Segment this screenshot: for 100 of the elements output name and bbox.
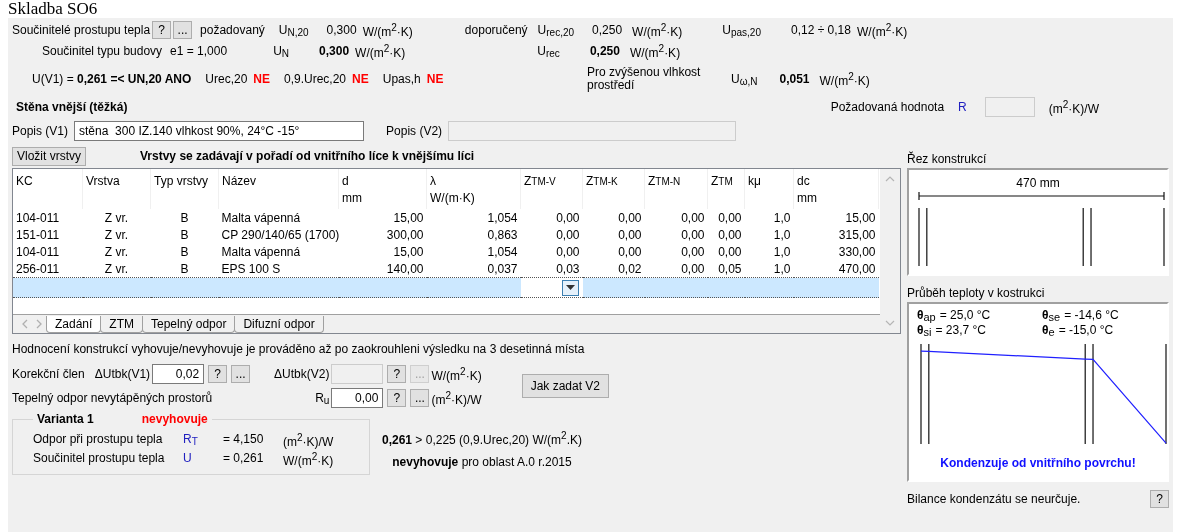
table-cell-text: 1,0 (772, 226, 792, 243)
value-text: 0,300 (319, 44, 350, 58)
table-cell: 1,054 (426, 209, 521, 226)
symbol-label: U$_{rec,20}$ (537, 22, 575, 38)
layers-heading: Vrstvy se zadávají v pořadí od vnitřního líce k vnějšímu líci (140, 149, 475, 163)
table-cell: 0,02 (582, 260, 645, 278)
column-header: dc mm (793, 169, 879, 209)
dropdown-button[interactable] (561, 279, 579, 296)
check-result: NE (352, 72, 369, 86)
tab[interactable]: ZTM (100, 316, 143, 333)
check-result: NE (426, 72, 444, 86)
column-header: Název (218, 169, 339, 209)
tab[interactable]: Zadání (46, 316, 102, 333)
unit-label: W/(m$^{2}$·K) (632, 21, 683, 39)
help-button[interactable]: ? (1150, 490, 1169, 508)
table-cell-text: 0,00 (717, 226, 743, 243)
coefficients-label: Součinitelé prostupu tepla (12, 23, 151, 37)
table-cell-text: 330,00 (837, 243, 877, 260)
result-label: Odpor při prostupu tepla (33, 432, 164, 448)
note-text: Hodnocení konstrukcí vyhovuje/nevyhovuje je prováděno až po zaokrouhleni výsledku na 3 desetinná místa (12, 341, 586, 358)
reading-text: = 25,0 °C (939, 308, 991, 323)
table-cell: Z vr. (82, 260, 151, 278)
unit-label: W/(m$^{2}$·K) (819, 70, 870, 88)
unit-label: W/(m$^{2}$·K) (362, 21, 413, 39)
table-cell: 470,00 (793, 260, 879, 278)
value-text: 0,250 (592, 23, 623, 37)
correction-field[interactable]: 0,02 (152, 364, 205, 384)
scroll-down-icon[interactable] (885, 319, 895, 327)
table-cell: 0,00 (582, 209, 645, 226)
table-cell-text: Z vr. (103, 243, 130, 260)
table-cell-text: 0,00 (555, 243, 581, 260)
help-button[interactable]: ? (208, 365, 228, 383)
value-text: 0,250 (589, 44, 620, 58)
table-cell-text: 0,00 (680, 226, 706, 243)
help-button[interactable]: ? (152, 21, 172, 39)
more-button[interactable]: ... (231, 365, 251, 383)
value-text: 0,12 ÷ 0,18 (791, 23, 851, 37)
document-title: Skladba SO6 (8, 0, 98, 18)
more-button[interactable]: ... (410, 389, 430, 407)
insert-layers-button[interactable]: Vložit vrstvy (12, 146, 86, 166)
table-row[interactable]: 151-011 Z vr. B CP 290/140/65 (1700) 300,00 0,863 0,00 0,00 0,00 0,00 1,0 315,00 (13, 226, 879, 243)
reading-text: = -15,0 °C (1058, 323, 1114, 338)
table-cell: B (150, 209, 219, 226)
symbol-label: ΔUtbk(V2) (274, 367, 330, 381)
reading-text: = -14,6 °C (1064, 308, 1119, 323)
table-cell-text: 104-011 (15, 243, 61, 260)
more-button[interactable]: ... (173, 21, 193, 39)
symbol-label: ΔUtbk(V1) (94, 367, 151, 381)
column-header: kμ (744, 169, 794, 209)
unit-label: (m$^{2}$·K)/W (431, 389, 482, 407)
caret-icon (565, 285, 575, 290)
table-cell-text: 315,00 (837, 226, 877, 243)
unit-label: W/(m$^{2}$·K) (629, 42, 681, 60)
symbol-label: R (958, 100, 967, 114)
table-row[interactable]: 104-011 Z vr. B Malta vápenná 15,00 1,054 0,00 0,00 0,00 0,00 1,0 15,00 (13, 209, 879, 226)
symbol-label: U$_{N,20}$ (278, 22, 309, 38)
temperature-title: Průběh teploty v kostrukci (907, 285, 1046, 302)
scrollbar[interactable] (880, 169, 900, 333)
tab[interactable]: Difuzní odpor (234, 316, 324, 333)
how-to-button[interactable]: Jak zadat V2 (521, 374, 609, 398)
table-cell: Z vr. (82, 209, 151, 226)
building-type-label: Součinitel typu budovy (42, 44, 163, 58)
unit-label: (m$^{2}$·K)/W (1048, 98, 1099, 116)
section-title: Stěna vnější (těžká) (15, 100, 128, 114)
unheated-field[interactable]: 0,00 (331, 388, 384, 408)
table-cell-text: Malta vápenná (220, 243, 302, 260)
table-cell: 104-011 (13, 209, 83, 226)
next-icon (35, 319, 43, 329)
help-button[interactable]: ? (387, 389, 407, 407)
tab[interactable]: Tepelný odpor (142, 316, 236, 333)
comparison-text: 0,261 > 0,225 (0,9.Urec,20) W/(m$^{2}$.K) (382, 430, 582, 447)
table-row[interactable]: 256-011 Z vr. B EPS 100 S 140,00 0,037 0,03 0,02 0,00 0,05 1,0 470,00 (13, 260, 879, 278)
table-cell-text: 0,863 (486, 226, 519, 243)
column-header: KC (13, 169, 83, 209)
scroll-up-icon[interactable] (885, 175, 895, 183)
balance-text: Bilance kondenzátu se neurčuje. (907, 492, 1081, 506)
table-cell-text: 15,00 (392, 243, 425, 260)
table-cell: 0,00 (644, 260, 708, 278)
table-cell: 140,00 (338, 260, 427, 278)
table-cell: EPS 100 S (218, 260, 339, 278)
table-row[interactable]: 104-011 Z vr. B Malta vápenná 15,00 1,054 0,00 0,00 0,00 0,00 1,0 330,00 (13, 243, 879, 260)
section-cut-title: Řez konstrukcí (907, 150, 988, 168)
symbol-label: U (183, 451, 193, 467)
symbol-label: U$_{pas,20}$ (722, 22, 761, 38)
symbol-label: U$_{N}$ (273, 43, 290, 59)
reading-text: = 23,7 °C (935, 323, 986, 338)
table-cell-text: 1,0 (772, 243, 792, 260)
help-button[interactable]: ? (387, 365, 407, 383)
unheated-label: Tepelný odpor nevytápěných prostorů (12, 391, 214, 405)
table-cell: 0,037 (426, 260, 521, 278)
table-row[interactable] (13, 277, 879, 298)
description-field[interactable]: stěna 300 IZ.140 vlhkost 90%, 24°C -15° (74, 121, 365, 141)
value-text: = 0,261 (223, 451, 265, 467)
check-label: Upas,h (382, 72, 421, 86)
table-cell: 0,00 (644, 209, 708, 226)
column-header: Typ vrstvy (150, 169, 219, 209)
table-cell-text: 0,00 (680, 243, 706, 260)
description-label: Popis (V1) (12, 124, 69, 138)
dimension-label: 470 mm (1016, 176, 1060, 190)
check-label: Urec,20 (205, 72, 248, 86)
